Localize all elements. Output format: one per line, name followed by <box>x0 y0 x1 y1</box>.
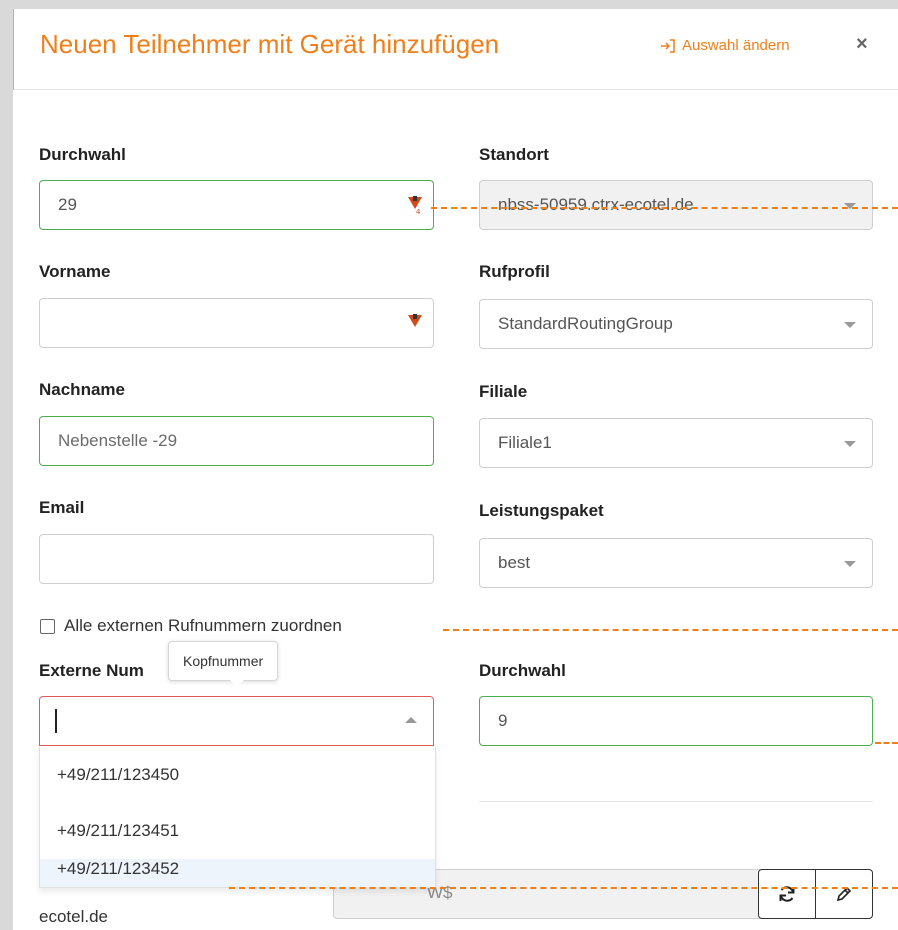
chevron-down-icon <box>844 322 856 328</box>
durchwahl2-value: 9 <box>498 711 508 730</box>
standort-value: nbss-50959.ctrx-ecotel.de <box>498 195 694 214</box>
kopfnummer-tooltip: Kopfnummer <box>168 641 279 681</box>
assign-all-numbers-row[interactable]: Alle externen Rufnummern zuordnen <box>40 616 342 636</box>
externe-nummer-combobox[interactable] <box>39 696 434 746</box>
vorname-input[interactable] <box>39 298 434 348</box>
chevron-up-icon <box>405 717 417 723</box>
email-label: Email <box>39 498 85 517</box>
annotation-line <box>229 887 898 889</box>
domain-partial-text: ecotel.de <box>39 907 108 926</box>
chevron-down-icon <box>844 441 856 447</box>
durchwahl-input[interactable]: 29 4 <box>39 180 434 230</box>
nachname-label: Nachname <box>39 380 125 399</box>
password-actions <box>758 869 873 919</box>
nachname-input[interactable]: Nebenstelle -29 <box>39 416 434 466</box>
section-divider <box>479 801 873 802</box>
rufprofil-select[interactable]: StandardRoutingGroup <box>479 299 873 349</box>
filiale-label: Filiale <box>479 382 528 401</box>
rufprofil-label: Rufprofil <box>479 262 550 281</box>
lastpass-badge-icon[interactable]: 4 <box>407 195 423 215</box>
change-selection-label: Auswahl ändern <box>682 37 790 54</box>
leistungspaket-label: Leistungspaket <box>479 501 604 520</box>
rufprofil-value: StandardRoutingGroup <box>498 314 673 333</box>
dropdown-option[interactable]: +49/211/123451 <box>40 803 435 859</box>
filiale-value: Filiale1 <box>498 433 552 452</box>
durchwahl-value: 29 <box>58 195 77 214</box>
durchwahl2-label: Durchwahl <box>479 661 566 680</box>
assign-all-checkbox[interactable] <box>40 618 55 634</box>
svg-text:4: 4 <box>416 208 421 215</box>
externe-nummer-label: Externe Num <box>39 661 144 680</box>
dropdown-option[interactable]: +49/211/123450 <box>40 747 435 803</box>
externe-nummer-dropdown: +49/211/123450 +49/211/123451 +49/211/12… <box>39 747 436 888</box>
dropdown-option-highlighted[interactable]: +49/211/123452 <box>40 859 435 887</box>
durchwahl2-input[interactable]: 9 <box>479 696 873 746</box>
text-cursor <box>55 709 57 733</box>
assign-all-label: Alle externen Rufnummern zuordnen <box>64 616 342 635</box>
leistungspaket-select[interactable]: best <box>479 538 873 588</box>
modal-title: Neuen Teilnehmer mit Gerät hinzufügen <box>40 29 500 59</box>
leistungspaket-value: best <box>498 553 531 572</box>
lastpass-badge-icon[interactable] <box>407 313 423 333</box>
vorname-label: Vorname <box>39 262 111 281</box>
annotation-line <box>875 742 898 744</box>
standort-label: Standort <box>479 145 549 164</box>
standort-select[interactable]: nbss-50959.ctrx-ecotel.de <box>479 180 873 230</box>
email-input[interactable] <box>39 534 434 584</box>
annotation-line <box>443 629 898 631</box>
add-participant-modal: Neuen Teilnehmer mit Gerät hinzufügen Au… <box>13 9 898 930</box>
change-selection-link[interactable]: Auswahl ändern <box>660 37 790 54</box>
nachname-placeholder: Nebenstelle -29 <box>58 431 178 450</box>
durchwahl-label: Durchwahl <box>39 145 126 164</box>
sign-in-icon <box>661 38 675 53</box>
annotation-line <box>431 207 898 209</box>
tooltip-arrow <box>228 678 246 687</box>
edit-button[interactable] <box>815 870 872 918</box>
refresh-button[interactable] <box>759 870 815 918</box>
modal-header: Neuen Teilnehmer mit Gerät hinzufügen Au… <box>13 9 898 90</box>
chevron-down-icon <box>844 561 856 567</box>
filiale-select[interactable]: Filiale1 <box>479 418 873 468</box>
close-button[interactable]: × <box>856 33 868 56</box>
